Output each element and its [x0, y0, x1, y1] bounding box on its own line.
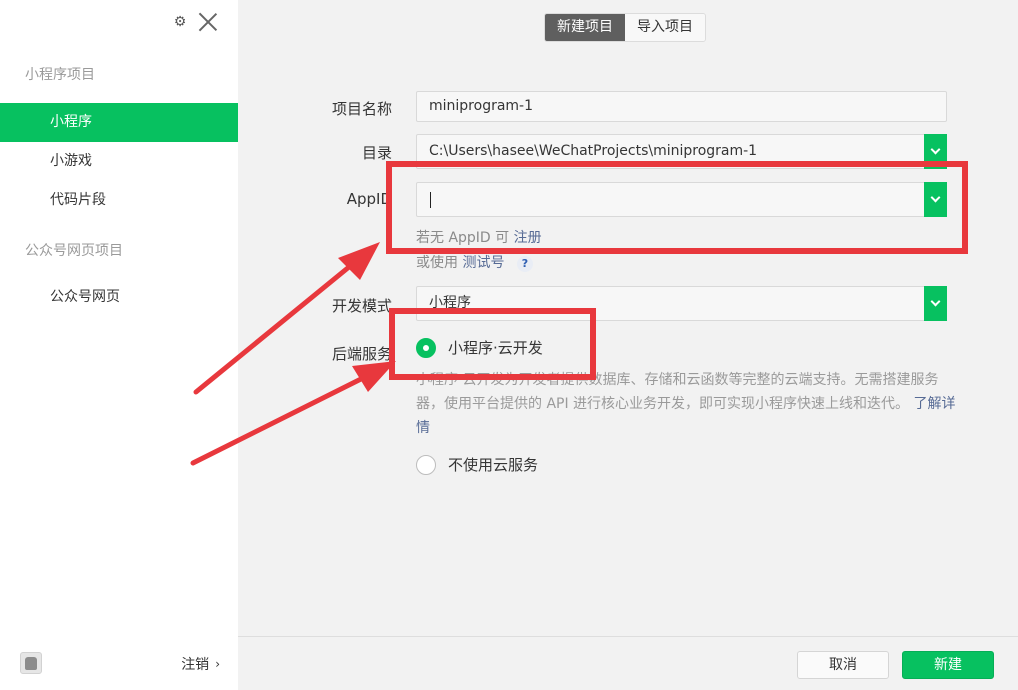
hint-or-use: 或使用	[416, 255, 458, 271]
chevron-down-icon	[930, 144, 941, 155]
gear-icon[interactable]: ⚙	[172, 14, 188, 30]
sidebar: ⚙ 小程序项目 小程序 小游戏 代码片段 公众号网页项目 公众号网页 注销 ›	[0, 0, 238, 690]
radio-no-cloud[interactable]: 不使用云服务	[416, 454, 538, 475]
sidebar-item-code-snippet[interactable]: 代码片段	[0, 181, 238, 220]
sidebar-top-icons: ⚙	[172, 10, 220, 34]
appid-label: AppID	[346, 190, 392, 208]
main-panel: 新建项目 导入项目 项目名称 miniprogram-1 目录 C:\Users…	[238, 0, 1018, 690]
test-account-link[interactable]: 测试号	[462, 255, 504, 271]
dev-mode-label: 开发模式	[331, 297, 392, 315]
tab-new-project[interactable]: 新建项目	[545, 14, 625, 41]
chevron-right-icon: ›	[215, 657, 220, 671]
cancel-button[interactable]: 取消	[797, 651, 889, 679]
create-button[interactable]: 新建	[902, 651, 994, 679]
project-name-label: 项目名称	[331, 100, 392, 118]
radio-unchecked-icon[interactable]	[416, 454, 436, 475]
dev-mode-dropdown-button[interactable]	[924, 286, 947, 321]
backend-label: 后端服务	[331, 345, 392, 363]
logout-label: 注销	[181, 657, 210, 673]
project-tabs: 新建项目 导入项目	[544, 13, 706, 42]
section-title-miniprogram: 小程序项目	[25, 67, 95, 83]
logout-button[interactable]: 注销 ›	[181, 654, 220, 674]
test-account-hint: 或使用 测试号 ?	[416, 252, 533, 272]
annotation-box-appid	[386, 161, 968, 254]
sidebar-item-miniprogram[interactable]: 小程序	[0, 103, 238, 142]
footer-bar: 取消 新建	[238, 636, 1018, 690]
close-icon[interactable]	[196, 10, 220, 34]
annotation-box-cloud	[389, 308, 596, 380]
section-title-official: 公众号网页项目	[25, 243, 123, 259]
sidebar-item-minigame[interactable]: 小游戏	[0, 142, 238, 181]
tab-import-project[interactable]: 导入项目	[625, 14, 705, 41]
sidebar-footer: 注销 ›	[0, 634, 238, 690]
avatar-icon	[25, 656, 37, 670]
chevron-down-icon	[930, 296, 941, 307]
help-icon[interactable]: ?	[516, 256, 533, 272]
sidebar-item-official-web[interactable]: 公众号网页	[0, 278, 238, 317]
directory-label: 目录	[361, 144, 392, 162]
project-name-input[interactable]: miniprogram-1	[416, 91, 947, 122]
directory-value: C:\Users\hasee\WeChatProjects\miniprogra…	[429, 143, 758, 159]
radio-no-cloud-label: 不使用云服务	[448, 456, 539, 474]
avatar[interactable]	[20, 652, 42, 674]
